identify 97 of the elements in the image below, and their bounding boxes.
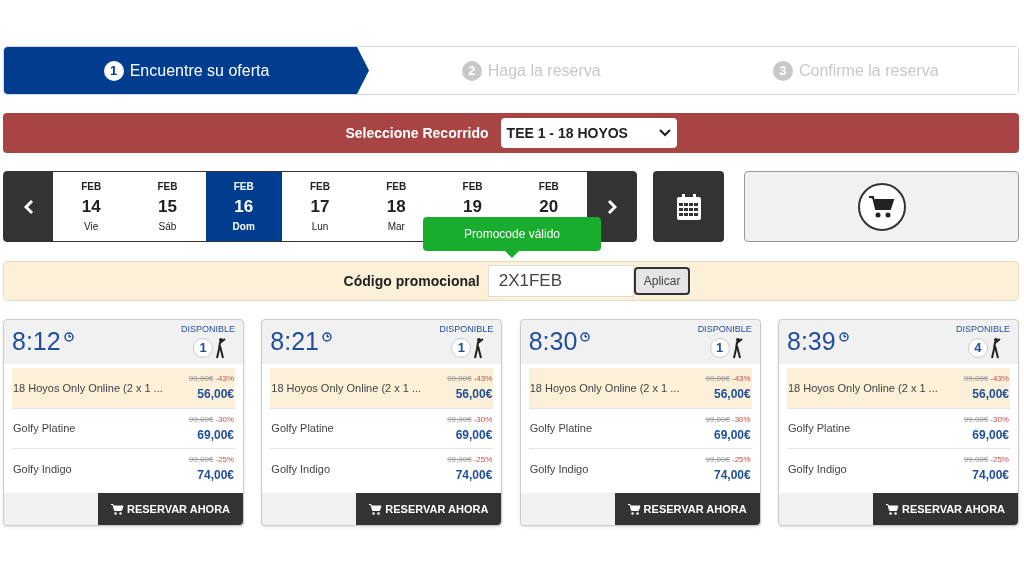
offer-name: Golfy Indigo	[529, 461, 589, 477]
price: 74,00€	[713, 467, 751, 485]
discount: -43%	[990, 372, 1009, 385]
price: 74,00€	[972, 467, 1009, 485]
offer-row[interactable]: 18 Hoyos Only Online (2 x 1 ... 99,00€ -43% 56,00€	[528, 368, 752, 409]
date-tab[interactable]: FEB 16 Dom	[205, 172, 282, 241]
discount: -30%	[473, 413, 493, 426]
book-now-button[interactable]: RESERVAR AHORA	[356, 493, 502, 525]
clock-icon	[63, 332, 74, 342]
chevron-right-icon	[606, 198, 617, 215]
offer-name: 18 Hoyos Only Online (2 x 1 ...	[13, 380, 163, 396]
offer-name: 18 Hoyos Only Online (2 x 1 ...	[529, 380, 680, 396]
player-count: 1	[193, 338, 213, 358]
price: 74,00€	[197, 467, 234, 485]
discount: -25%	[473, 454, 493, 467]
chevron-down-icon	[658, 129, 671, 137]
book-now-button[interactable]: RESERVAR AHORA	[873, 493, 1018, 525]
offer-name: 18 Hoyos Only Online (2 x 1 ...	[271, 380, 422, 396]
old-price: 99,00€	[188, 413, 214, 426]
offer-name: Golfy Platine	[271, 421, 334, 437]
golfer-icon	[990, 337, 1002, 359]
discount: -30%	[215, 413, 234, 426]
old-price: 99,00€	[447, 413, 472, 426]
promo-code-field[interactable]: 2X1FEB	[487, 265, 634, 297]
discount: -25%	[990, 454, 1009, 467]
old-price: 99,00€	[447, 454, 472, 467]
discount: -25%	[215, 454, 234, 467]
price: 74,00€	[455, 467, 493, 485]
price: 56,00€	[455, 385, 493, 403]
cart-icon	[868, 195, 895, 218]
step-number: 1	[103, 60, 124, 81]
discount: -43%	[731, 372, 751, 385]
offer-name: Golfy Indigo	[271, 461, 331, 477]
cart-icon	[885, 503, 899, 515]
old-price: 99,00€	[705, 413, 730, 426]
book-now-button[interactable]: RESERVAR AHORA	[98, 493, 243, 525]
offer-name: Golfy Platine	[13, 421, 76, 437]
discount: -30%	[731, 413, 751, 426]
price: 56,00€	[197, 385, 234, 403]
offer-row[interactable]: 18 Hoyos Only Online (2 x 1 ... 99,00€ -43% 56,00€	[787, 368, 1010, 409]
price: 69,00€	[197, 426, 234, 444]
tee-time: 8:12	[12, 326, 61, 357]
offer-name: Golfy Indigo	[788, 461, 847, 477]
old-price: 99,00€	[705, 372, 730, 385]
golfer-icon	[731, 337, 744, 359]
old-price: 99,00€	[705, 454, 730, 467]
chevron-left-icon	[23, 198, 34, 215]
offer-name: Golfy Platine	[529, 421, 593, 437]
calendar-icon	[676, 193, 701, 220]
price: 56,00€	[972, 385, 1009, 403]
discount: -43%	[473, 372, 493, 385]
availability-label: DISPONIBLE	[180, 324, 235, 334]
course-select[interactable]: TEE 1 - 18 HOYOS	[500, 118, 677, 148]
calendar-button[interactable]	[653, 171, 724, 242]
golfer-icon	[215, 337, 227, 359]
step-tab[interactable]: 1 Encuentre su oferta	[4, 47, 369, 94]
offer-row[interactable]: 18 Hoyos Only Online (2 x 1 ... 99,00€ -43% 56,00€	[270, 368, 494, 409]
old-price: 99,00€	[188, 372, 214, 385]
offer-name: 18 Hoyos Only Online (2 x 1 ...	[788, 380, 938, 396]
player-count: 4	[968, 338, 988, 358]
apply-button[interactable]: Aplicar	[633, 267, 691, 295]
discount: -43%	[215, 372, 234, 385]
offer-row[interactable]: 18 Hoyos Only Online (2 x 1 ... 99,00€ -43% 56,00€	[12, 368, 235, 409]
old-price: 99,00€	[188, 454, 214, 467]
availability-label: DISPONIBLE	[955, 324, 1010, 334]
availability-label: DISPONIBLE	[697, 324, 752, 334]
old-price: 99,00€	[963, 454, 989, 467]
discount: -30%	[990, 413, 1009, 426]
course-label: Seleccione Recorrido	[345, 123, 489, 143]
price: 69,00€	[455, 426, 493, 444]
availability-label: DISPONIBLE	[439, 324, 494, 334]
clock-icon	[322, 332, 332, 342]
golfer-icon	[473, 337, 486, 359]
tee-time: 8:21	[270, 326, 319, 357]
cart-icon	[627, 503, 641, 515]
clock-icon	[580, 332, 591, 342]
price: 69,00€	[972, 426, 1009, 444]
player-count: 1	[451, 338, 472, 358]
clock-icon	[838, 332, 849, 342]
book-now-button[interactable]: RESERVAR AHORA	[614, 493, 760, 525]
cart-icon	[110, 503, 124, 515]
cart-icon	[369, 503, 383, 515]
price: 56,00€	[713, 385, 751, 403]
offer-name: Golfy Indigo	[13, 461, 72, 477]
step-label: Encuentre su oferta	[129, 60, 270, 81]
price: 69,00€	[713, 426, 751, 444]
player-count: 1	[709, 338, 730, 358]
discount: -25%	[731, 454, 751, 467]
cart-button[interactable]	[744, 171, 1019, 242]
tooltip-pointer	[505, 251, 519, 258]
tee-time: 8:30	[528, 326, 578, 357]
old-price: 99,00€	[447, 372, 472, 385]
tee-time: 8:39	[787, 326, 836, 357]
old-price: 99,00€	[963, 372, 989, 385]
promo-label: Código promocional	[343, 271, 480, 291]
offer-name: Golfy Platine	[788, 421, 851, 437]
old-price: 99,00€	[963, 413, 989, 426]
